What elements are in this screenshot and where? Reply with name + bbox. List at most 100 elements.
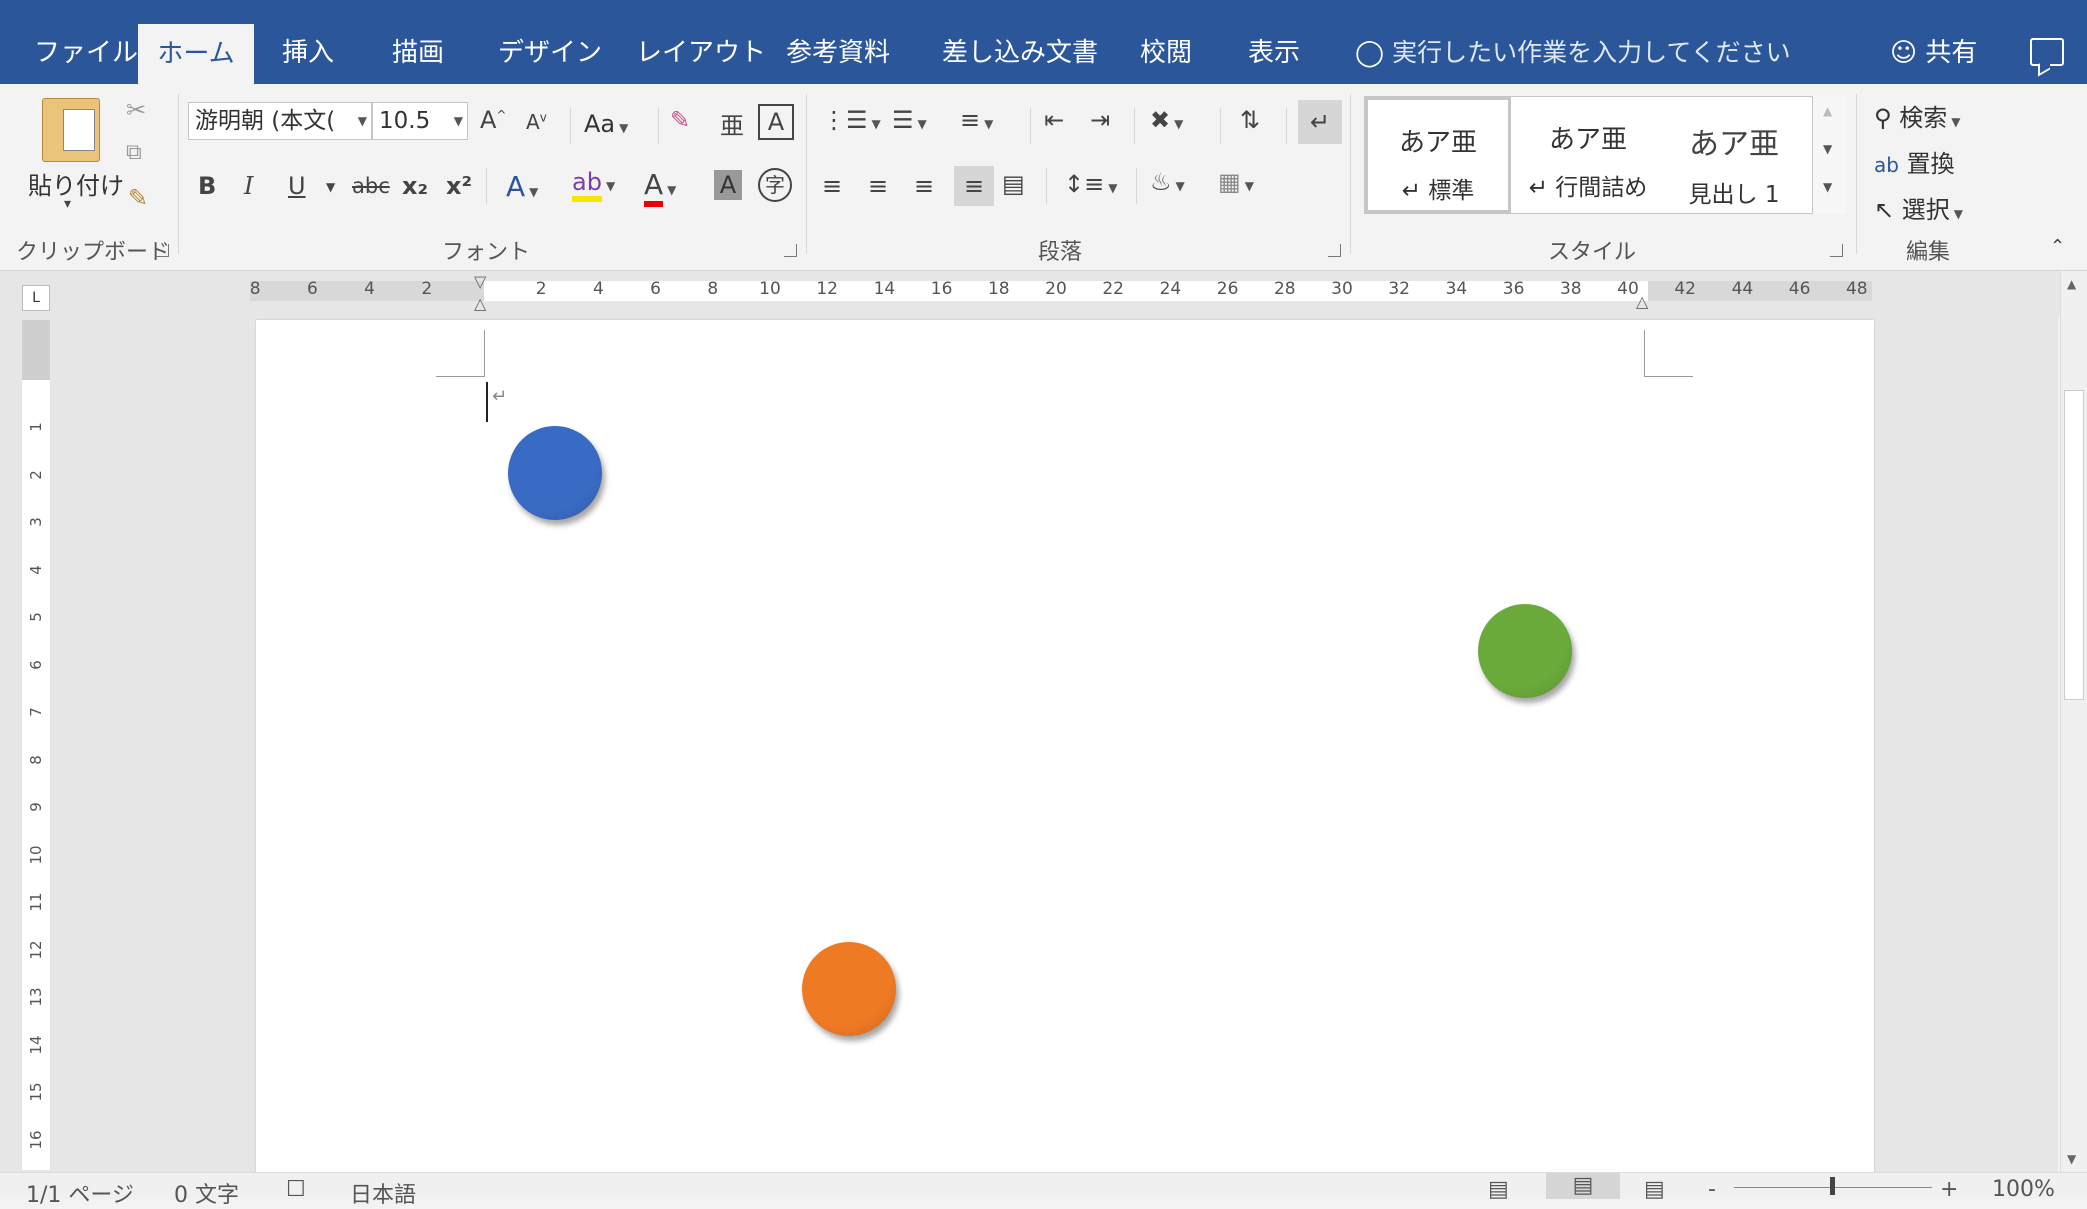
ruler-number: 2 bbox=[421, 279, 433, 299]
find-button[interactable]: ⚲ 検索 ▼ bbox=[1874, 98, 1960, 133]
styles-launcher-icon[interactable] bbox=[1830, 244, 1843, 257]
first-line-indent-marker[interactable]: ▽ bbox=[474, 272, 486, 291]
character-border-icon[interactable]: A bbox=[758, 104, 794, 140]
paste-icon[interactable] bbox=[42, 98, 100, 162]
font-color-icon[interactable]: A ▼ bbox=[644, 168, 676, 207]
text-effects-icon[interactable]: A ▼ bbox=[506, 170, 538, 203]
green-circle[interactable] bbox=[1478, 604, 1572, 698]
clear-formatting-icon[interactable]: ✎ bbox=[670, 106, 690, 134]
print-layout-icon[interactable]: ▤ bbox=[1546, 1173, 1620, 1199]
copy-icon[interactable]: ⧉ bbox=[126, 140, 142, 165]
align-right-icon[interactable]: ≡ bbox=[914, 172, 934, 200]
more-styles-icon[interactable]: ▼ bbox=[1823, 180, 1832, 194]
line-spacing-icon[interactable]: ↕≡ ▼ bbox=[1064, 170, 1117, 198]
decrease-indent-icon[interactable]: ⇤ bbox=[1044, 106, 1064, 134]
ruler-number: 46 bbox=[1788, 279, 1811, 299]
style-normal[interactable]: あア亜 ↵ 標準 bbox=[1365, 97, 1511, 213]
zoom-level[interactable]: 100% bbox=[1992, 1177, 2055, 1202]
collapse-ribbon-icon[interactable]: ⌃ bbox=[2050, 236, 2065, 257]
left-indent-marker[interactable]: △ bbox=[474, 294, 486, 313]
highlight-icon[interactable]: ab ▼ bbox=[572, 168, 615, 202]
strikethrough-button[interactable]: abc bbox=[352, 174, 390, 198]
italic-button[interactable]: I bbox=[244, 172, 253, 200]
chevron-up-icon[interactable]: ▲ bbox=[1823, 104, 1832, 118]
scrollbar-thumb[interactable] bbox=[2064, 390, 2084, 700]
paragraph-launcher-icon[interactable] bbox=[1328, 244, 1341, 257]
orange-circle[interactable] bbox=[802, 942, 896, 1036]
font-name-combo[interactable]: 游明朝 (本文(▼ bbox=[188, 102, 372, 140]
tab-view[interactable]: 表示 bbox=[1248, 0, 1300, 84]
vertical-ruler-number: 1 bbox=[27, 422, 45, 432]
scroll-up-icon[interactable]: ▲ bbox=[2067, 277, 2076, 291]
tell-me-box[interactable]: ◯ 実行したい作業を入力してください bbox=[1355, 0, 1791, 84]
ruler-number: 14 bbox=[873, 279, 896, 299]
page-count[interactable]: 1/1 ページ bbox=[26, 1177, 134, 1209]
scroll-down-icon[interactable]: ▼ bbox=[2067, 1152, 2076, 1166]
superscript-button[interactable]: x² bbox=[446, 172, 472, 200]
replace-button[interactable]: ab 置換 bbox=[1874, 144, 1955, 179]
zoom-in-icon[interactable]: + bbox=[1940, 1177, 1958, 1202]
bullets-icon[interactable]: ⋮☰ ▼ bbox=[822, 106, 881, 134]
increase-indent-icon[interactable]: ⇥ bbox=[1090, 106, 1110, 134]
tab-references[interactable]: 参考資料 bbox=[786, 0, 890, 84]
align-center-icon[interactable]: ≡ bbox=[868, 172, 888, 200]
style-no-spacing[interactable]: あア亜 ↵ 行間詰め bbox=[1515, 97, 1661, 213]
right-indent-marker[interactable]: △ bbox=[1636, 292, 1648, 311]
multilevel-list-icon[interactable]: ≡ ▼ bbox=[960, 106, 993, 134]
tab-layout[interactable]: レイアウト bbox=[636, 0, 766, 84]
bold-button[interactable]: B bbox=[198, 172, 216, 200]
zoom-out-icon[interactable]: - bbox=[1708, 1177, 1716, 1202]
proofing-icon[interactable]: ☐ bbox=[286, 1177, 306, 1202]
chevron-down-icon[interactable]: ▾ bbox=[64, 196, 71, 212]
character-shading-icon[interactable]: A bbox=[714, 170, 742, 200]
document-page[interactable]: ↵ bbox=[256, 320, 1874, 1180]
comments-icon[interactable] bbox=[2030, 38, 2064, 66]
shading-icon[interactable]: ♨ ▼ bbox=[1150, 168, 1185, 196]
select-label: 選択 bbox=[1901, 196, 1950, 224]
tab-home[interactable]: ホーム bbox=[138, 24, 254, 84]
cut-icon[interactable]: ✂ bbox=[126, 96, 146, 124]
align-left-icon[interactable]: ≡ bbox=[822, 172, 842, 200]
ruler-number: 6 bbox=[650, 279, 662, 299]
chevron-down-icon[interactable]: ▼ bbox=[1823, 142, 1832, 156]
tab-review[interactable]: 校閲 bbox=[1140, 0, 1192, 84]
change-case-button[interactable]: Aa ▼ bbox=[584, 110, 628, 138]
share-button[interactable]: ☺ 共有 bbox=[1890, 0, 1977, 84]
show-formatting-icon[interactable]: ↵ bbox=[1298, 100, 1342, 144]
select-button[interactable]: ↖ 選択 ▼ bbox=[1874, 190, 1963, 225]
underline-button[interactable]: U bbox=[288, 172, 306, 200]
tab-file[interactable]: ファイル bbox=[34, 0, 138, 84]
language[interactable]: 日本語 bbox=[350, 1177, 416, 1209]
sort-icon[interactable]: ⇅ bbox=[1240, 106, 1260, 134]
grow-font-icon[interactable]: A^ bbox=[480, 106, 506, 134]
zoom-slider-thumb[interactable] bbox=[1830, 1177, 1835, 1195]
styles-gallery-scroll[interactable]: ▲ ▼ ▼ bbox=[1812, 96, 1847, 214]
asian-layout-icon[interactable]: ✖ ▼ bbox=[1150, 106, 1183, 134]
web-layout-icon[interactable]: ▤ bbox=[1644, 1177, 1665, 1202]
blue-circle[interactable] bbox=[508, 426, 602, 520]
tab-design[interactable]: デザイン bbox=[498, 0, 602, 84]
justify-icon[interactable]: ≡ bbox=[954, 166, 994, 206]
distributed-icon[interactable]: ▤ bbox=[1002, 170, 1025, 198]
font-launcher-icon[interactable] bbox=[784, 244, 797, 257]
tab-insert[interactable]: 挿入 bbox=[282, 0, 334, 84]
numbering-icon[interactable]: ☰ ▼ bbox=[892, 106, 927, 134]
font-size-combo[interactable]: 10.5 ▼ bbox=[372, 102, 468, 140]
tab-selector[interactable]: L bbox=[22, 285, 50, 311]
read-mode-icon[interactable]: ▤ bbox=[1488, 1177, 1509, 1202]
ruler-number: 28 bbox=[1273, 279, 1296, 299]
paste-label[interactable]: 貼り付け bbox=[28, 166, 124, 201]
subscript-button[interactable]: x₂ bbox=[402, 172, 428, 200]
borders-icon[interactable]: ▦ ▼ bbox=[1218, 168, 1254, 196]
format-painter-icon[interactable]: ✎ bbox=[128, 184, 148, 212]
tab-mailings[interactable]: 差し込み文書 bbox=[942, 0, 1098, 84]
tab-draw[interactable]: 描画 bbox=[392, 0, 444, 84]
shrink-font-icon[interactable]: Av bbox=[526, 110, 547, 134]
clipboard-launcher-icon[interactable] bbox=[156, 244, 169, 257]
divider bbox=[570, 108, 571, 144]
word-count[interactable]: 0 文字 bbox=[174, 1177, 239, 1209]
chevron-down-icon[interactable]: ▼ bbox=[326, 180, 335, 194]
enclose-character-icon[interactable]: 字 bbox=[758, 168, 792, 202]
style-heading-1[interactable]: あア亜 見出し 1 bbox=[1661, 97, 1807, 213]
phonetic-guide-icon[interactable]: 亜 bbox=[720, 106, 744, 141]
